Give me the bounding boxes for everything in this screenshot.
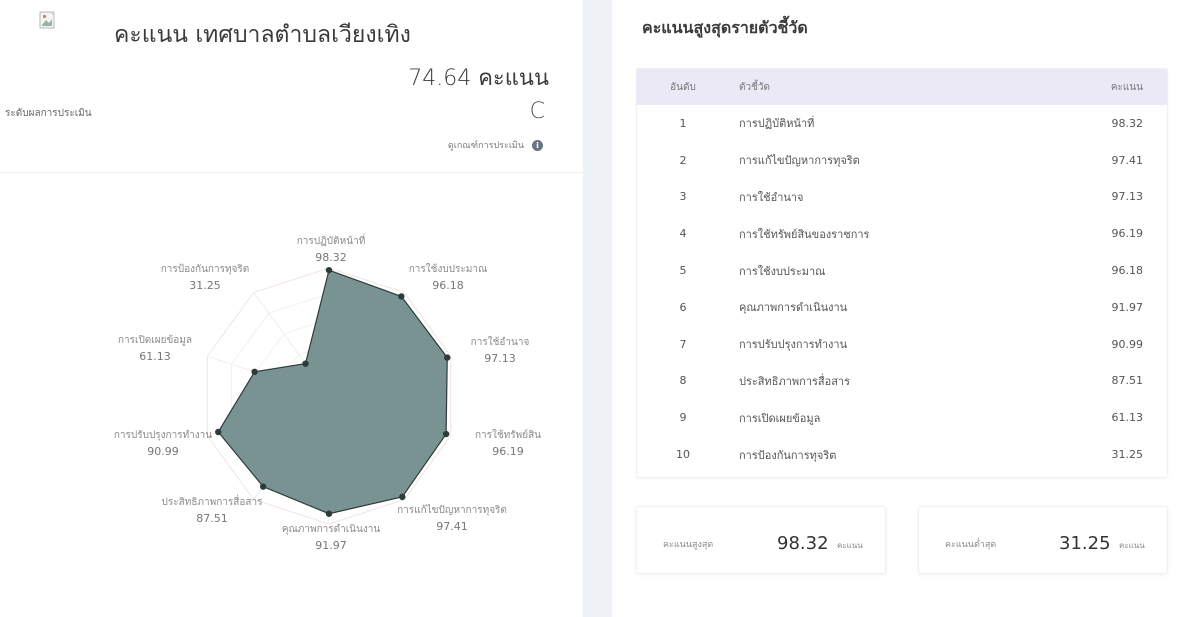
- score-summary-panel: คะแนน เทศบาลตำบลเวียงเทิง 74.64 คะแนน ระ…: [0, 0, 583, 617]
- radar-data-area: [217, 269, 448, 515]
- radar-axis-value: 96.18: [432, 279, 464, 292]
- radar-axis-label: การแก้ไขปัญหาการทุจริต: [397, 504, 507, 516]
- score-cell: 91.97: [1111, 300, 1144, 314]
- score-cell: 97.41: [1111, 153, 1144, 167]
- radar-axis-label: การใช้อำนาจ: [471, 336, 530, 348]
- criteria-link-label[interactable]: ดูเกณฑ์การประเมิน: [448, 138, 524, 152]
- indicator-cell: การใช้อำนาจ: [739, 190, 804, 204]
- radar-axis-value: 61.13: [139, 350, 171, 363]
- assessment-grade: C: [529, 99, 545, 124]
- radar-chart: การปฏิบัติหน้าที่ 98.32 การใช้งบประมาณ 96.1…: [114, 233, 541, 552]
- indicator-cell: การใช้งบประมาณ: [739, 264, 826, 278]
- radar-axis-value: 91.97: [315, 539, 347, 552]
- rank-cell: 6: [679, 300, 687, 314]
- radar-axis-value: 31.25: [189, 279, 221, 292]
- score-cell: 87.51: [1111, 374, 1144, 388]
- max-score-card: คะแนนสูงสุด 98.32 คะแนน: [636, 506, 886, 574]
- radar-data-point: [399, 493, 406, 501]
- rank-cell: 9: [679, 411, 687, 425]
- criteria-link[interactable]: ดูเกณฑ์การประเมิน i: [448, 138, 543, 152]
- indicator-cell: การใช้ทรัพย์สินของราชการ: [739, 227, 870, 241]
- indicator-cell: การปฏิบัติหน้าที่: [739, 117, 815, 131]
- max-score-label: คะแนนสูงสุด: [663, 540, 714, 550]
- max-score-unit: คะแนน: [837, 541, 863, 550]
- total-score: 74.64 คะแนน: [408, 66, 549, 91]
- ranking-table: อันดับ ตัวชี้วัด คะแนน 1 การปฏิบัติหน้าที…: [637, 69, 1167, 473]
- indicator-cell: การแก้ไขปัญหาการทุจริต: [739, 154, 860, 168]
- min-score-label: คะแนนต่ำสุด: [945, 540, 997, 550]
- score-cell: 97.13: [1111, 190, 1144, 204]
- ranking-title: คะแนนสูงสุดรายตัวชี้วัด: [642, 18, 808, 37]
- table-row: 8 ประสิทธิภาพการสื่อสาร 87.51: [637, 363, 1167, 400]
- radar-data-point: [398, 293, 405, 300]
- radar-data-point: [302, 360, 309, 367]
- table-row: 6 คุณภาพการดำเนินงาน 91.97: [637, 289, 1167, 326]
- score-cell: 61.13: [1111, 411, 1144, 425]
- min-score-card: คะแนนต่ำสุด 31.25 คะแนน: [918, 506, 1168, 574]
- radar-axis-label: การเปิดเผยข้อมูล: [118, 334, 192, 346]
- score-cell: 90.99: [1111, 337, 1144, 351]
- table-row: 1 การปฏิบัติหน้าที่ 98.32: [637, 105, 1167, 142]
- radar-data-point: [215, 428, 222, 436]
- score-header: คะแนน เทศบาลตำบลเวียงเทิง 74.64 คะแนน ระ…: [0, 0, 583, 173]
- score-cell: 96.19: [1111, 227, 1144, 241]
- radar-axis-label: การใช้งบประมาณ: [409, 263, 488, 275]
- indicator-cell: การปรับปรุงการทำงาน: [739, 338, 848, 352]
- radar-axis-value: 96.19: [492, 445, 524, 458]
- radar-axis-label: การปรับปรุงการทำงาน: [114, 430, 212, 441]
- radar-data-point: [444, 354, 451, 361]
- radar-axis-value: 98.32: [315, 251, 347, 264]
- ranking-panel: คะแนนสูงสุดรายตัวชี้วัด อันดับ ตัวชี้วัด…: [612, 0, 1198, 617]
- radar-axis-label: การปฏิบัติหน้าที่: [297, 233, 366, 247]
- max-score-value: 98.32: [777, 533, 829, 554]
- score-cell: 96.18: [1111, 264, 1144, 278]
- score-cell: 98.32: [1111, 116, 1144, 130]
- radar-axis-label: การป้องกันการทุจริต: [161, 263, 250, 275]
- radar-axis-value: 97.41: [436, 520, 468, 533]
- column-header-indicator: ตัวชี้วัด: [739, 81, 771, 93]
- assessment-level-label: ระดับผลการประเมิน: [5, 108, 92, 119]
- radar-axis-value: 97.13: [484, 352, 516, 365]
- rank-cell: 2: [679, 153, 687, 167]
- table-row: 4 การใช้ทรัพย์สินของราชการ 96.19: [637, 215, 1167, 252]
- min-score-unit: คะแนน: [1119, 541, 1145, 550]
- table-row: 5 การใช้งบประมาณ 96.18: [637, 252, 1167, 289]
- table-row: 3 การใช้อำนาจ 97.13: [637, 179, 1167, 216]
- table-row: 2 การแก้ไขปัญหาการทุจริต 97.41: [637, 142, 1167, 179]
- radar-data-point: [325, 266, 333, 274]
- rank-cell: 1: [679, 116, 687, 130]
- table-header-row: อันดับ ตัวชี้วัด คะแนน: [637, 69, 1167, 105]
- table-row: 7 การปรับปรุงการทำงาน 90.99: [637, 326, 1167, 363]
- radar-data-point: [259, 483, 267, 490]
- rank-cell: 3: [679, 190, 687, 204]
- radar-axis-label: การใช้ทรัพย์สิน: [475, 429, 541, 441]
- municipality-score-title: คะแนน เทศบาลตำบลเวียงเทิง: [114, 22, 411, 48]
- column-header-score: คะแนน: [1110, 81, 1143, 93]
- min-score-value: 31.25: [1059, 533, 1111, 554]
- rank-cell: 8: [679, 374, 687, 388]
- indicator-cell: คุณภาพการดำเนินงาน: [739, 301, 848, 315]
- column-header-rank: อันดับ: [670, 81, 696, 93]
- table-row: 9 การเปิดเผยข้อมูล 61.13: [637, 399, 1167, 436]
- radar-axis-value: 87.51: [196, 512, 228, 525]
- rank-cell: 7: [679, 337, 687, 351]
- radar-data-point: [325, 510, 333, 517]
- radar-axis-label: ประสิทธิภาพการสื่อสาร: [162, 494, 264, 508]
- indicator-cell: ประสิทธิภาพการสื่อสาร: [739, 374, 851, 388]
- radar-data-point: [442, 430, 450, 438]
- radar-axis-value: 90.99: [147, 445, 179, 458]
- rank-cell: 4: [679, 227, 687, 241]
- table-row: 10 การป้องกันการทุจริต 31.25: [637, 436, 1167, 473]
- indicator-cell: การป้องกันการทุจริต: [739, 448, 837, 462]
- info-icon[interactable]: i: [532, 139, 543, 151]
- radar-data-point: [251, 368, 258, 376]
- rank-cell: 5: [679, 264, 687, 278]
- broken-image-icon: [39, 11, 55, 29]
- score-cell: 31.25: [1111, 448, 1144, 462]
- radar-axis-label: คุณภาพการดำเนินงาน: [282, 524, 381, 535]
- ranking-table-card: อันดับ ตัวชี้วัด คะแนน 1 การปฏิบัติหน้าที…: [636, 68, 1168, 478]
- indicator-cell: การเปิดเผยข้อมูล: [739, 411, 821, 425]
- rank-cell: 10: [676, 448, 690, 462]
